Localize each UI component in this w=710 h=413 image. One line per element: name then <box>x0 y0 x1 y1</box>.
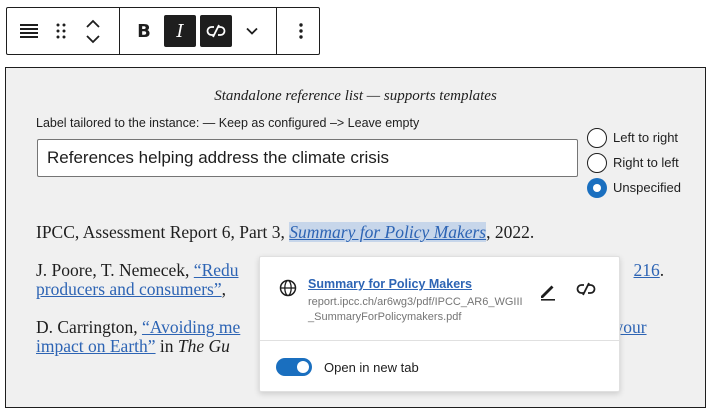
bold-button[interactable]: B <box>128 15 160 47</box>
direction-radio-group: Left to right Right to left Unspecified <box>587 125 681 200</box>
reference-link[interactable]: “Redu <box>194 260 239 280</box>
radio-label: Left to right <box>613 130 679 145</box>
open-new-tab-toggle[interactable] <box>276 358 312 376</box>
chevron-down-icon <box>246 27 258 35</box>
divider <box>260 340 619 341</box>
reference-link[interactable]: impact on Earth” <box>36 336 156 356</box>
unlink-icon <box>206 24 226 38</box>
list-item: IPCC, Assessment Report 6, Part 3, Summa… <box>36 222 535 242</box>
radio-button-selected[interactable] <box>587 177 607 198</box>
list-title-input[interactable]: References helping address the climate c… <box>37 139 578 177</box>
move-up-icon[interactable] <box>86 15 100 31</box>
toggle-label: Open in new tab <box>324 360 419 375</box>
radio-option-unspecified[interactable]: Unspecified <box>587 175 681 200</box>
link-title[interactable]: Summary for Policy Makers <box>308 277 472 291</box>
more-options-button[interactable] <box>285 15 317 47</box>
label-instructions: Label tailored to the instance: — Keep a… <box>36 116 420 130</box>
remove-link-button[interactable] <box>576 281 596 302</box>
radio-button[interactable] <box>587 127 607 148</box>
radio-button[interactable] <box>587 152 607 173</box>
drag-handle-icon[interactable] <box>45 15 77 47</box>
link-url: report.ipcc.ch/ar6wg3/pdf/IPCC_AR6_WGIII… <box>308 296 523 323</box>
reference-link[interactable]: producers and consumers” <box>36 279 222 299</box>
align-icon[interactable] <box>13 15 45 47</box>
unlink-icon <box>576 282 596 296</box>
radio-label: Right to left <box>613 155 679 170</box>
block-toolbar: B I <box>6 7 320 55</box>
pencil-icon <box>541 285 555 301</box>
italic-button[interactable]: I <box>164 15 196 47</box>
reference-link-tail[interactable]: 216 <box>634 260 660 280</box>
bold-icon: B <box>137 20 151 42</box>
globe-icon <box>279 279 297 297</box>
italic-icon: I <box>176 20 184 42</box>
reference-link[interactable]: “Avoiding me <box>142 317 240 337</box>
radio-option-left-to-right[interactable]: Left to right <box>587 125 681 150</box>
reference-link[interactable]: Summary for Policy Makers <box>289 222 487 242</box>
move-down-icon[interactable] <box>86 31 100 47</box>
unlink-button[interactable] <box>200 15 232 47</box>
more-options-icon <box>299 23 303 39</box>
link-popover: Summary for Policy Makers report.ipcc.ch… <box>259 256 620 392</box>
more-formats-button[interactable] <box>236 15 268 47</box>
reference-source: The Gu <box>177 336 230 356</box>
radio-label: Unspecified <box>613 180 681 195</box>
block-caption: Standalone reference list — supports tem… <box>214 88 497 104</box>
edit-link-button[interactable] <box>538 281 558 306</box>
radio-option-right-to-left[interactable]: Right to left <box>587 150 681 175</box>
